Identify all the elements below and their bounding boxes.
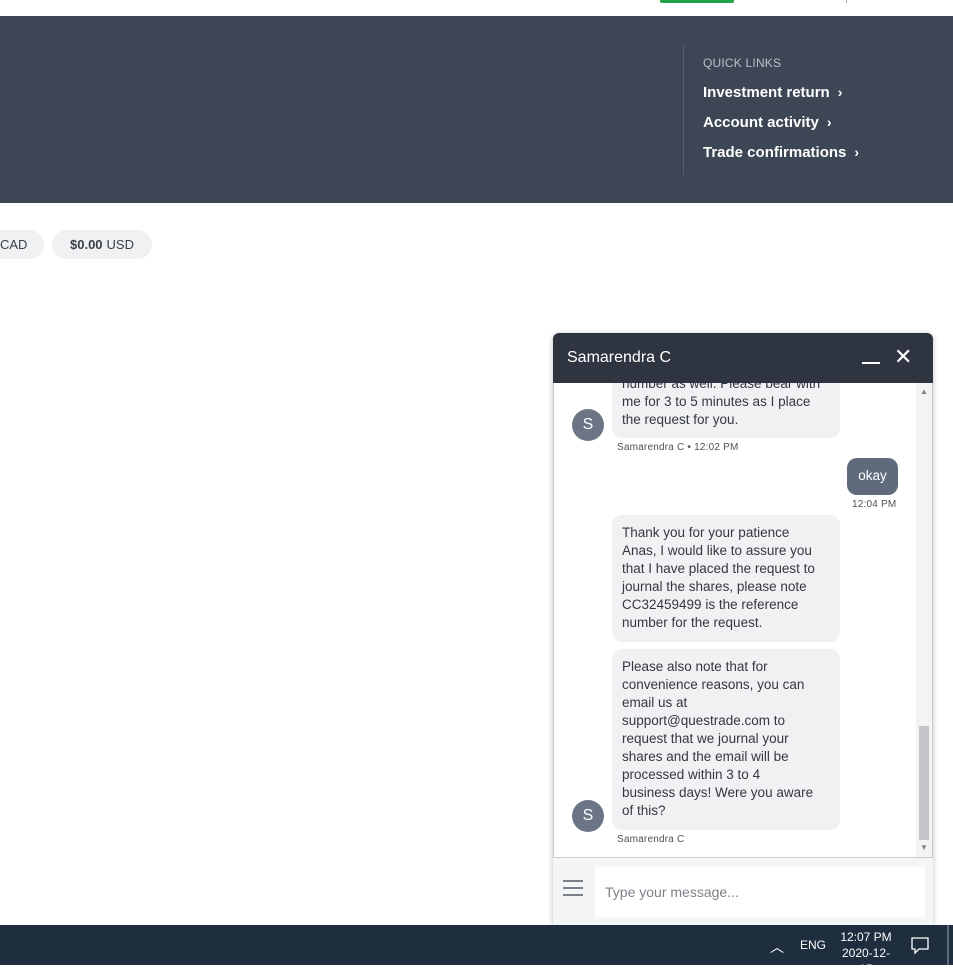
show-desktop-edge[interactable] (947, 925, 949, 965)
agent-message-bubble: number as well. Please bear with me for … (612, 383, 840, 438)
message-line: support@questrade.com to (622, 713, 786, 728)
message-input[interactable] (595, 867, 925, 917)
message-line: business days! Were you aware (622, 785, 814, 800)
message-line: Anas, I would like to assure you (622, 543, 812, 558)
nav-divider (846, 0, 847, 3)
chevron-right-icon: › (837, 84, 843, 100)
message-line: Thank you for your patience (622, 525, 790, 540)
message-line: me for 3 to 5 minutes as I place (622, 394, 811, 409)
message-meta: 12:04 PM (852, 499, 897, 510)
message-line: email us at (622, 695, 688, 710)
user-message-bubble: okay (847, 458, 898, 495)
quick-link-label: Trade confirmations (703, 143, 847, 161)
quick-link-label: Investment return (703, 83, 830, 101)
message-text: okay (858, 468, 887, 483)
chat-transcript[interactable]: number as well. Please bear with me for … (553, 383, 933, 858)
clock-time: 12:07 PM (840, 930, 892, 944)
quick-link-trade-confirmations[interactable]: Trade confirmations › (703, 137, 859, 167)
chevron-up-icon[interactable]: ︿ (770, 937, 784, 957)
account-summary-banner: QUICK LINKS Investment return › Account … (0, 16, 953, 203)
live-chat-window: Samarendra C ✕ number as well. Please be… (553, 333, 933, 925)
message-line: Please also note that for (622, 659, 768, 674)
message-line: the request for you. (622, 412, 739, 427)
currency-cad-label: CAD (0, 237, 28, 252)
currency-usd-label: USD (106, 237, 134, 252)
message-line: number for the request. (622, 615, 763, 630)
minimize-icon[interactable] (862, 362, 880, 364)
message-line: CC32459499 is the reference (622, 597, 799, 612)
message-line: shares and the email will be (622, 749, 789, 764)
message-line: number as well. Please bear with (622, 383, 821, 391)
quick-link-account-activity[interactable]: Account activity › (703, 107, 859, 137)
message-line: of this? (622, 803, 666, 818)
system-clock[interactable]: 12:07 PM 2020-12-15 (836, 929, 896, 977)
primary-action-button[interactable] (660, 0, 734, 3)
agent-avatar: S (572, 800, 604, 832)
scrollbar-thumb[interactable] (919, 726, 929, 840)
chevron-right-icon: › (826, 114, 832, 130)
chat-scrollbar[interactable]: ▲ ▼ (916, 383, 932, 857)
close-icon[interactable]: ✕ (894, 345, 912, 369)
usd-amount: $0.00 (70, 237, 103, 252)
chat-agent-name: Samarendra C (567, 349, 672, 366)
scroll-down-arrow-icon[interactable]: ▼ (920, 843, 928, 852)
agent-avatar: S (572, 409, 604, 441)
message-meta: Samarendra C (617, 834, 685, 845)
message-meta: Samarendra C • 12:02 PM (617, 442, 739, 453)
hamburger-menu-icon[interactable] (563, 880, 583, 900)
chat-header: Samarendra C ✕ (553, 333, 933, 383)
quick-links-title: QUICK LINKS (703, 56, 782, 70)
message-line: request that we journal your (622, 731, 789, 746)
windows-taskbar: ︿ ENG 12:07 PM 2020-12-15 (0, 925, 953, 976)
message-line: convenience reasons, you can (622, 677, 805, 692)
balance-cad-pill[interactable]: CAD (0, 230, 44, 259)
language-indicator[interactable]: ENG (800, 938, 826, 952)
agent-message-bubble: Thank you for your patience Anas, I woul… (612, 515, 840, 642)
balance-usd-pill[interactable]: $0.00 USD (52, 230, 152, 259)
quick-link-investment-return[interactable]: Investment return › (703, 77, 859, 107)
top-navigation-bar (0, 0, 953, 17)
message-line: processed within 3 to 4 (622, 767, 761, 782)
notification-icon[interactable] (910, 935, 930, 955)
quick-link-label: Account activity (703, 113, 819, 131)
clock-date: 2020-12-15 (841, 946, 891, 976)
message-line: that I have placed the request to (622, 561, 815, 576)
scroll-up-arrow-icon[interactable]: ▲ (920, 387, 928, 396)
agent-message-bubble: Please also note that for convenience re… (612, 649, 840, 830)
chevron-right-icon: › (854, 144, 860, 160)
chat-composer (553, 858, 933, 925)
quick-links-panel: QUICK LINKS Investment return › Account … (683, 45, 859, 175)
message-line: journal the shares, please note (622, 579, 807, 594)
